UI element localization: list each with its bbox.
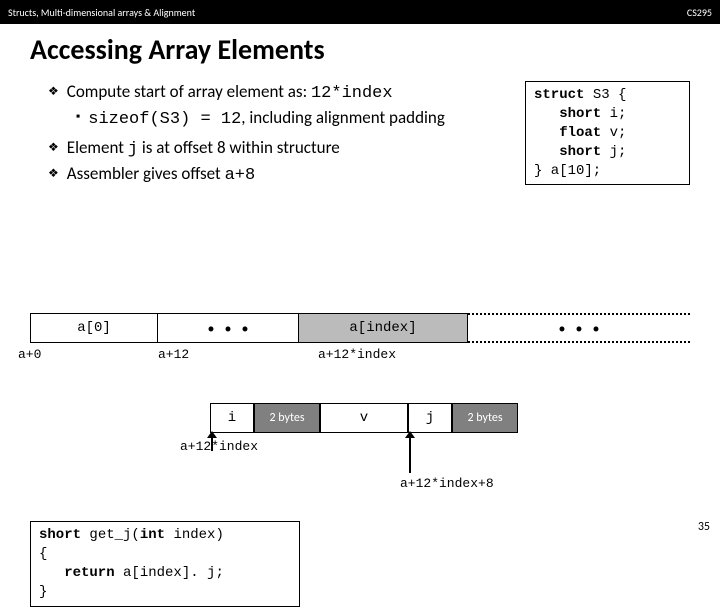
square-icon: ▪ [76, 110, 80, 129]
struct-layout-row: i 2 bytes v j 2 bytes [210, 403, 518, 433]
array-labels: a+0 a+12 a+12*index [30, 347, 690, 362]
array-diagram: a[0] ••• a[index] ••• a+0 a+12 a+12*inde… [30, 313, 690, 362]
struct-label-offset8: a+12*index+8 [400, 476, 494, 491]
page-number: 35 [698, 520, 710, 534]
bullet-3-text: Assembler gives offset a+8 [67, 163, 255, 185]
struct-code-box: struct S3 { short i; float v; short j; }… [525, 81, 690, 185]
array-cell-index: a[index] [298, 313, 468, 343]
array-row: a[0] ••• a[index] ••• [30, 313, 690, 343]
field-v: v [320, 403, 408, 433]
ellipsis-right: ••• [468, 313, 690, 343]
field-j: j [408, 403, 452, 433]
padding-2: 2 bytes [452, 403, 518, 433]
bullet-2: ❖ Element j is at offset 8 within struct… [48, 137, 478, 159]
bullet-1-text: Compute start of array element as: 12*in… [67, 81, 393, 103]
page-title: Accessing Array Elements [30, 32, 720, 67]
bullet-list: ❖ Compute start of array element as: 12*… [48, 81, 478, 185]
diamond-icon: ❖ [48, 84, 59, 103]
bullet-1: ❖ Compute start of array element as: 12*… [48, 81, 478, 103]
arrow-icon [211, 437, 213, 451]
ellipsis-left: ••• [158, 313, 298, 343]
header-bar: Structs, Multi-dimensional arrays & Alig… [0, 0, 720, 24]
diamond-icon: ❖ [48, 140, 59, 159]
array-cell-0: a[0] [30, 313, 158, 343]
content-area: ❖ Compute start of array element as: 12*… [0, 81, 720, 185]
bullet-3: ❖ Assembler gives offset a+8 [48, 163, 478, 185]
header-left: Structs, Multi-dimensional arrays & Alig… [8, 6, 195, 19]
field-i: i [210, 403, 254, 433]
label-a12: a+12 [158, 347, 278, 362]
label-a0: a+0 [18, 347, 38, 362]
label-a12idx: a+12*index [318, 347, 396, 362]
bullet-1-sub: ▪ sizeof(S3) = 12, including alignment p… [76, 107, 478, 129]
struct-label-below: a+12*index [180, 439, 258, 454]
bullet-2-text: Element j is at offset 8 within structur… [67, 137, 340, 159]
bullet-1-sub-text: sizeof(S3) = 12, including alignment pad… [88, 107, 445, 129]
diamond-icon: ❖ [48, 166, 59, 185]
function-code-box: short get_j(int index) { return a[index]… [30, 521, 300, 607]
header-right: CS295 [687, 6, 712, 19]
arrow-icon [409, 437, 411, 473]
padding-1: 2 bytes [254, 403, 320, 433]
